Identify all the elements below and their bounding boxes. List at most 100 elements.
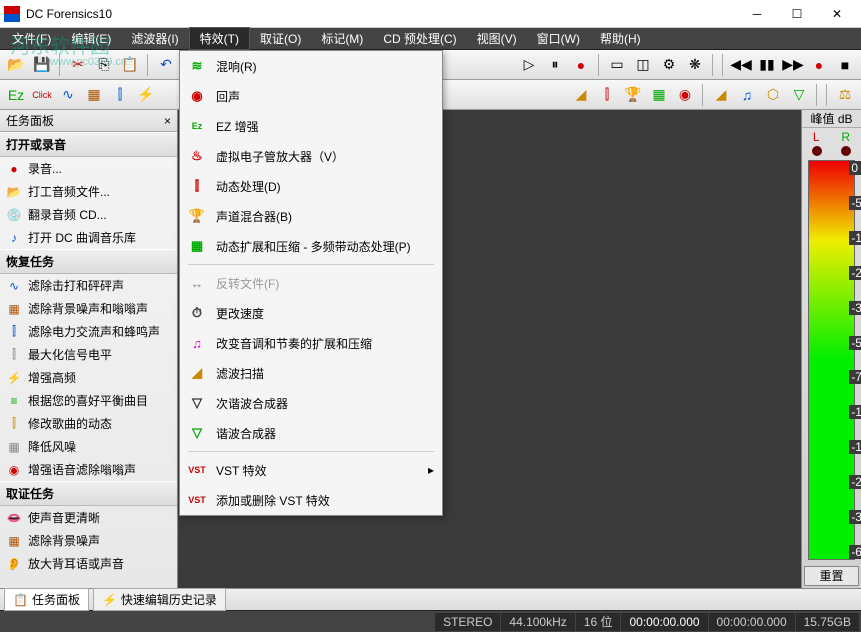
harm-icon: ▽	[188, 424, 206, 442]
settings-icon[interactable]: ⚙	[657, 53, 681, 77]
task-item[interactable]: ▦滤除背景噪声	[0, 529, 177, 552]
menu-label: 次谐波合成器	[216, 395, 288, 412]
menu-label: 反转文件(F)	[216, 275, 279, 292]
status-rate: 44.100kHz	[501, 613, 574, 631]
menu-row-expand[interactable]: ▦动态扩展和压缩 - 多频带动态处理(P)	[180, 231, 442, 261]
menu-item-9[interactable]: 帮助(H)	[590, 28, 651, 49]
menu-row-vst[interactable]: VST添加或删除 VST 特效	[180, 485, 442, 515]
pause-icon[interactable]: ⏸	[543, 53, 567, 77]
task-item[interactable]: ●录音...	[0, 157, 177, 180]
menu-row-harm[interactable]: ▽ 谐波合成器	[180, 418, 442, 448]
task-item[interactable]: ♪打开 DC 曲调音乐库	[0, 226, 177, 249]
menu-item-1[interactable]: 编辑(E)	[61, 28, 121, 49]
fx-b-icon[interactable]: ⫿	[595, 83, 619, 107]
zoom-icon[interactable]: ◫	[631, 53, 655, 77]
fx-i-icon[interactable]: ▽	[787, 83, 811, 107]
filter-wave-icon[interactable]: ∿	[56, 83, 80, 107]
fx-c-icon[interactable]: 🏆	[621, 83, 645, 107]
paste-icon[interactable]: 📋	[118, 53, 142, 77]
amp-icon: ♨	[188, 147, 206, 165]
fx-a-icon[interactable]: ◢	[569, 83, 593, 107]
bottom-tabs: 📋任务面板 ⚡快速编辑历史记录	[0, 588, 861, 610]
task-item[interactable]: ∿滤除击打和砰砰声	[0, 274, 177, 297]
task-item[interactable]: 👄使声音更清晰	[0, 506, 177, 529]
menu-item-4[interactable]: 取证(O)	[250, 28, 311, 49]
menu-row-reverb[interactable]: ≋混响(R)	[180, 51, 442, 81]
record-icon[interactable]: ●	[569, 53, 593, 77]
task-icon: 👂	[6, 556, 22, 572]
save-icon[interactable]: 💾	[30, 53, 54, 77]
fx-h-icon[interactable]: ⬡	[761, 83, 785, 107]
menu-row-amp[interactable]: ♨虚拟电子管放大器（V）	[180, 141, 442, 171]
menu-item-8[interactable]: 窗口(W)	[527, 28, 590, 49]
fx-e-icon[interactable]: ◉	[673, 83, 697, 107]
meter-reset-button[interactable]: 重置	[804, 566, 859, 586]
task-item[interactable]: ▦降低风噪	[0, 435, 177, 458]
filter-eq-icon[interactable]: ⚡	[134, 83, 158, 107]
undo-icon[interactable]: ↶	[154, 53, 178, 77]
reverse-icon: ↔	[188, 274, 206, 292]
menu-separator	[188, 451, 434, 452]
menu-row-speed[interactable]: ⏱更改速度	[180, 298, 442, 328]
task-item[interactable]: ⫿修改歌曲的动态	[0, 412, 177, 435]
menu-item-3[interactable]: 特效(T)	[189, 27, 250, 50]
cut-icon[interactable]: ✂	[66, 53, 90, 77]
task-item[interactable]: ◉增强语音滤除嗡嗡声	[0, 458, 177, 481]
open-icon[interactable]: 📂	[4, 53, 28, 77]
config-icon[interactable]: ❋	[683, 53, 707, 77]
menu-item-5[interactable]: 标记(M)	[311, 28, 373, 49]
menu-label: 谐波合成器	[216, 425, 276, 442]
tab-history[interactable]: ⚡快速编辑历史记录	[93, 588, 226, 611]
fx-f-icon[interactable]: ◢	[709, 83, 733, 107]
minimize-button[interactable]: ─	[737, 1, 777, 27]
stop-icon[interactable]: ■	[833, 53, 857, 77]
task-item[interactable]: ⚡增强高频	[0, 366, 177, 389]
close-button[interactable]: ✕	[817, 1, 857, 27]
menu-row-ez[interactable]: EzEZ 增强	[180, 111, 442, 141]
panel-close-icon[interactable]: ×	[164, 114, 171, 128]
task-item[interactable]: ≡根据您的喜好平衡曲目	[0, 389, 177, 412]
fx-d-icon[interactable]: ▦	[647, 83, 671, 107]
pause2-icon[interactable]: ▮▮	[755, 53, 779, 77]
play-icon[interactable]: ▷	[517, 53, 541, 77]
task-item[interactable]: ⫿最大化信号电平	[0, 343, 177, 366]
menu-item-6[interactable]: CD 预处理(C)	[373, 28, 466, 49]
task-label: 增强语音滤除嗡嗡声	[28, 461, 136, 478]
subharm-icon: ▽	[188, 394, 206, 412]
menu-row-mixer[interactable]: 🏆声道混合器(B)	[180, 201, 442, 231]
tab-task-panel[interactable]: 📋任务面板	[4, 588, 89, 611]
view-icon[interactable]: ▭	[605, 53, 629, 77]
task-item[interactable]: ▦滤除背景噪声和嗡嗡声	[0, 297, 177, 320]
filter-spectrum-icon[interactable]: ▦	[82, 83, 106, 107]
task-item[interactable]: 📂打工音频文件...	[0, 180, 177, 203]
task-item[interactable]: 💿翻录音频 CD...	[0, 203, 177, 226]
menu-row-pitch[interactable]: ♫改变音调和节奏的扩展和压缩	[180, 328, 442, 358]
task-item[interactable]: 👂放大背耳语或声音	[0, 552, 177, 575]
menu-row-vst[interactable]: VSTVST 特效▸	[180, 455, 442, 485]
task-label: 打工音频文件...	[28, 183, 110, 200]
menu-row-sweep[interactable]: ◢滤波扫描	[180, 358, 442, 388]
balance-icon[interactable]: ⚖	[833, 83, 857, 107]
task-label: 录音...	[28, 160, 62, 177]
rewind-icon[interactable]: ◀◀	[729, 53, 753, 77]
section-header: 打开或录音	[0, 132, 177, 157]
maximize-button[interactable]: ☐	[777, 1, 817, 27]
echo-icon: ◉	[188, 87, 206, 105]
menu-row-dynamic[interactable]: ⫿动态处理(D)	[180, 171, 442, 201]
task-label: 滤除背景噪声和嗡嗡声	[28, 300, 148, 317]
menu-label: EZ 增强	[216, 118, 259, 135]
filter-bars-icon[interactable]: ⫿	[108, 83, 132, 107]
fx-g-icon[interactable]: ♫	[735, 83, 759, 107]
menu-item-2[interactable]: 滤波器(I)	[121, 28, 188, 49]
menu-label: 滤波扫描	[216, 365, 264, 382]
record2-icon[interactable]: ●	[807, 53, 831, 77]
menu-item-0[interactable]: 文件(F)	[2, 28, 61, 49]
filter-ez-icon[interactable]: Ez	[4, 83, 28, 107]
menu-row-echo[interactable]: ◉回声	[180, 81, 442, 111]
forward-icon[interactable]: ▶▶	[781, 53, 805, 77]
menu-row-subharm[interactable]: ▽ 次谐波合成器	[180, 388, 442, 418]
task-item[interactable]: ⫿滤除电力交流声和蜂鸣声	[0, 320, 177, 343]
menu-item-7[interactable]: 视图(V)	[467, 28, 527, 49]
filter-click-icon[interactable]: Click	[30, 83, 54, 107]
copy-icon[interactable]: ⎘	[92, 53, 116, 77]
